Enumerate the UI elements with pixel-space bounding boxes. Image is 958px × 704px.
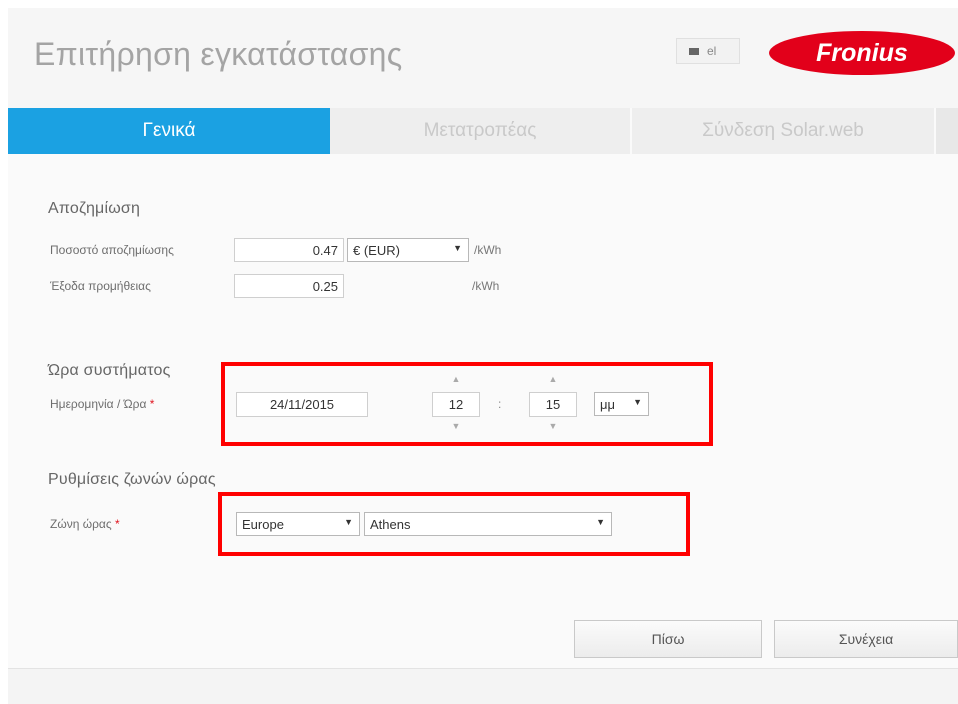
- rate-unit: /kWh: [474, 243, 502, 257]
- rate-label: Ποσοστό αποζημίωσης: [50, 243, 174, 257]
- minute-input[interactable]: 15: [529, 392, 577, 417]
- timezone-title: Ρυθμίσεις ζωνών ώρας: [48, 471, 216, 488]
- language-selector[interactable]: el: [676, 38, 740, 64]
- hour-input[interactable]: 12: [432, 392, 480, 417]
- minute-up-icon[interactable]: ▲: [543, 374, 563, 384]
- fronius-logo: Fronius: [769, 31, 955, 75]
- city-select[interactable]: Athens ▼: [364, 512, 612, 536]
- chevron-down-icon: ▼: [596, 517, 605, 527]
- step-general-label: Γενικά: [142, 120, 196, 141]
- main-content: Αποζημίωση Ποσοστό αποζημίωσης 0.47 € (E…: [8, 154, 958, 668]
- timezone-label: Ζώνη ώρας *: [50, 517, 120, 531]
- hour-down-icon[interactable]: ▼: [446, 421, 466, 431]
- datetime-label-text: Ημερομηνία / Ώρα: [50, 397, 147, 411]
- datetime-label: Ημερομηνία / Ώρα *: [50, 397, 154, 411]
- rate-input[interactable]: 0.47: [234, 238, 344, 262]
- step-inverter[interactable]: Μετατροπέας: [330, 108, 630, 154]
- required-mark: *: [149, 397, 155, 411]
- city-value: Athens: [370, 516, 411, 532]
- date-input[interactable]: 24/11/2015: [236, 392, 368, 417]
- hour-up-icon[interactable]: ▲: [446, 374, 466, 384]
- timezone-label-text: Ζώνη ώρας: [50, 517, 112, 531]
- step-general[interactable]: Γενικά: [8, 108, 330, 154]
- back-button[interactable]: Πίσω: [574, 620, 762, 658]
- page-title: Επιτήρηση εγκατάστασης: [34, 36, 403, 72]
- chevron-down-icon: ▼: [453, 243, 462, 253]
- region-select[interactable]: Europe ▼: [236, 512, 360, 536]
- currency-value: € (EUR): [353, 242, 400, 258]
- ampm-value: μμ: [600, 396, 615, 412]
- next-button[interactable]: Συνέχεια: [774, 620, 958, 658]
- region-value: Europe: [242, 516, 284, 532]
- language-label: el: [707, 44, 717, 58]
- compensation-title: Αποζημίωση: [48, 200, 141, 217]
- flag-icon: [689, 47, 699, 55]
- ampm-select[interactable]: μμ ▼: [594, 392, 649, 416]
- cost-label: Έξοδα προμήθειας: [50, 279, 151, 293]
- chevron-down-icon: ▼: [344, 517, 353, 527]
- time-separator: :: [498, 397, 502, 411]
- step-inverter-label: Μετατροπέας: [423, 120, 537, 141]
- wizard-steps: Μετατροπέας Σύνδεση Solar.web Γενικά: [8, 108, 958, 154]
- required-mark: *: [114, 517, 120, 531]
- header: Επιτήρηση εγκατάστασης el Fronius: [8, 8, 958, 98]
- footer: [8, 669, 958, 704]
- minute-down-icon[interactable]: ▼: [543, 421, 563, 431]
- logo-text: Fronius: [816, 39, 908, 67]
- cost-unit: /kWh: [472, 279, 500, 293]
- step-solarweb[interactable]: Σύνδεση Solar.web: [630, 108, 934, 154]
- step-extra: [934, 108, 958, 154]
- step-solarweb-label: Σύνδεση Solar.web: [702, 120, 864, 141]
- currency-select[interactable]: € (EUR) ▼: [347, 238, 469, 262]
- cost-input[interactable]: 0.25: [234, 274, 344, 298]
- chevron-down-icon: ▼: [633, 397, 642, 407]
- system-time-title: Ώρα συστήματος: [48, 362, 171, 379]
